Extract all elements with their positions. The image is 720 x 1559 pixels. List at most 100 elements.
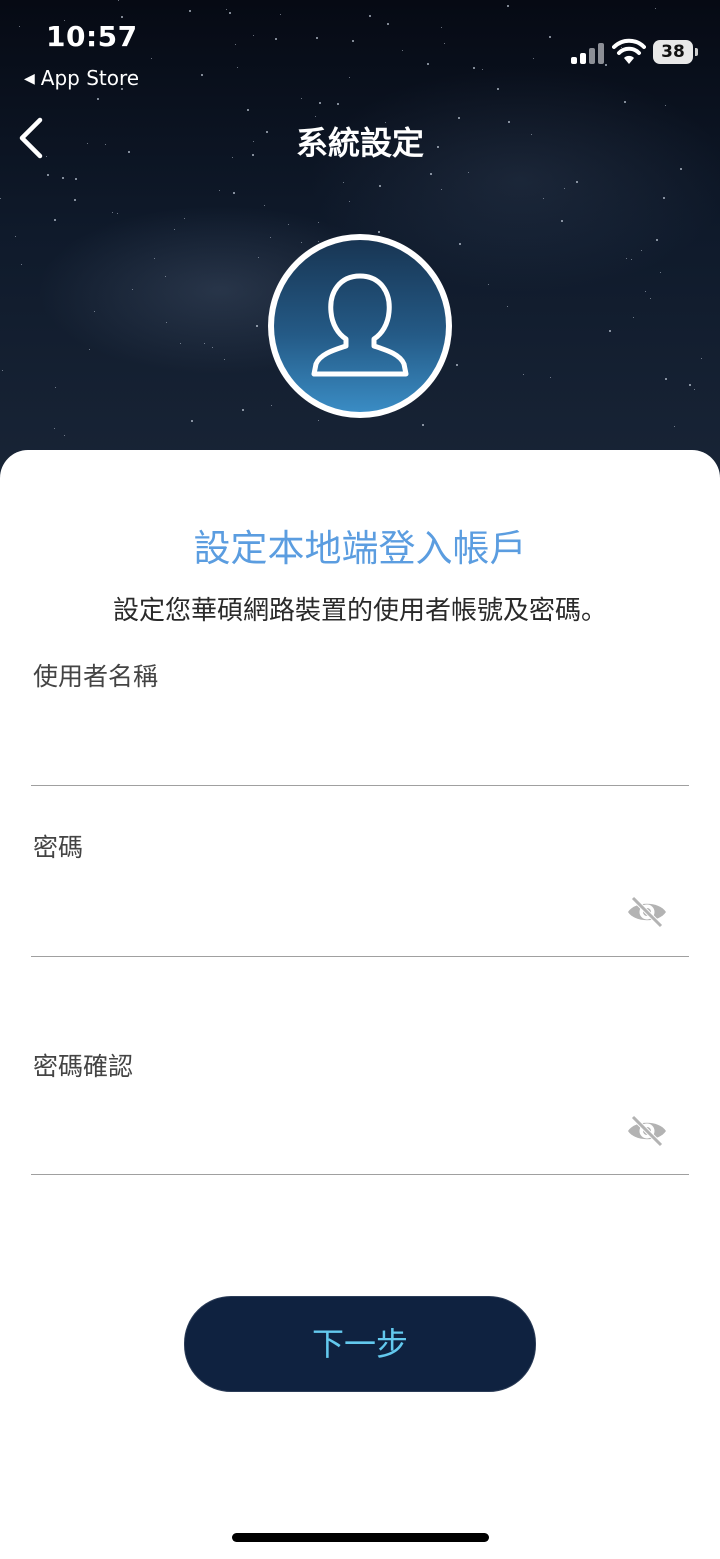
star-dot [689,384,691,386]
star-dot [665,105,666,106]
star-dot [482,69,483,70]
star-dot [488,284,489,285]
status-back-label: App Store [40,66,140,90]
star-dot [543,198,544,199]
star-dot [55,387,56,388]
star-dot [319,102,321,104]
star-dot [94,311,95,312]
password-input[interactable] [31,904,689,957]
star-dot [564,188,565,189]
form-sheet: 設定本地端登入帳戶 設定您華碩網路裝置的使用者帳號及密碼。 使用者名稱 密碼 密… [0,450,720,1559]
star-dot [21,264,22,265]
star-dot [352,40,354,42]
star-dot [270,237,271,238]
star-dot [427,63,429,65]
star-dot [459,243,461,245]
form-title: 設定本地端登入帳戶 [193,527,527,570]
star-dot [680,168,682,170]
star-dot [154,258,155,259]
star-dot [229,12,231,14]
star-dot [89,349,90,350]
star-dot [0,198,1,199]
star-dot [166,322,167,323]
star-dot [275,38,277,40]
star-dot [288,224,289,225]
star-dot [247,109,249,111]
star-dot [650,298,651,299]
password-label: 密碼 [33,833,84,862]
star-dot [151,58,152,59]
star-dot [660,272,661,273]
confirm-password-input[interactable] [31,1122,689,1175]
star-dot [674,426,675,427]
star-dot [369,15,371,17]
username-input[interactable] [31,733,689,786]
star-dot [237,67,238,68]
star-dot [561,220,563,222]
star-dot [318,241,319,242]
star-dot [645,291,646,292]
star-dot [219,190,220,191]
star-dot [226,9,227,10]
star-dot [54,428,55,429]
star-dot [97,98,99,100]
star-dot [656,239,658,241]
star-dot [165,276,166,277]
starry-header-background: 10:57 ◀ App Store 38 系統設定 [0,0,720,520]
star-dot [132,289,133,290]
star-dot [441,189,442,190]
star-dot [233,192,235,194]
star-dot [75,178,77,180]
star-dot [387,23,389,25]
star-dot [626,258,627,259]
star-dot [264,205,265,206]
star-dot [118,0,119,1]
eye-slash-icon[interactable] [625,894,669,930]
star-dot [19,26,20,27]
star-dot [378,231,380,233]
eye-slash-icon[interactable] [625,1113,669,1149]
star-dot [456,364,458,366]
star-dot [191,420,193,422]
star-dot [258,257,259,258]
wifi-icon [612,38,646,64]
avatar [268,234,452,418]
username-label: 使用者名稱 [33,662,159,691]
star-dot [655,8,656,9]
star-dot [117,213,118,214]
star-dot [533,58,534,59]
star-dot [430,173,432,175]
star-dot [47,174,49,176]
star-dot [523,374,524,375]
star-dot [605,64,607,66]
star-dot [633,317,634,318]
star-dot [576,181,578,183]
star-dot [549,36,551,38]
next-button[interactable]: 下一步 [184,1296,536,1392]
star-dot [253,35,254,36]
star-dot [444,43,445,44]
star-dot [507,306,508,307]
star-dot [349,201,350,202]
home-indicator[interactable] [232,1533,489,1542]
star-dot [2,370,3,371]
star-dot [550,377,551,378]
battery-tip [695,48,698,56]
star-dot [641,250,642,251]
star-dot [318,420,319,421]
star-dot [301,242,302,243]
star-dot [609,330,611,332]
star-dot [402,50,403,51]
status-back-to-app[interactable]: ◀ App Store [24,66,139,90]
star-dot [379,185,381,187]
star-dot [473,67,475,69]
star-dot [15,236,16,237]
user-avatar-icon [311,273,409,377]
star-dot [201,74,203,76]
star-dot [224,359,225,360]
star-dot [280,14,281,15]
star-dot [441,27,442,28]
star-dot [256,325,258,327]
page-title: 系統設定 [295,124,424,162]
star-dot [468,172,469,173]
